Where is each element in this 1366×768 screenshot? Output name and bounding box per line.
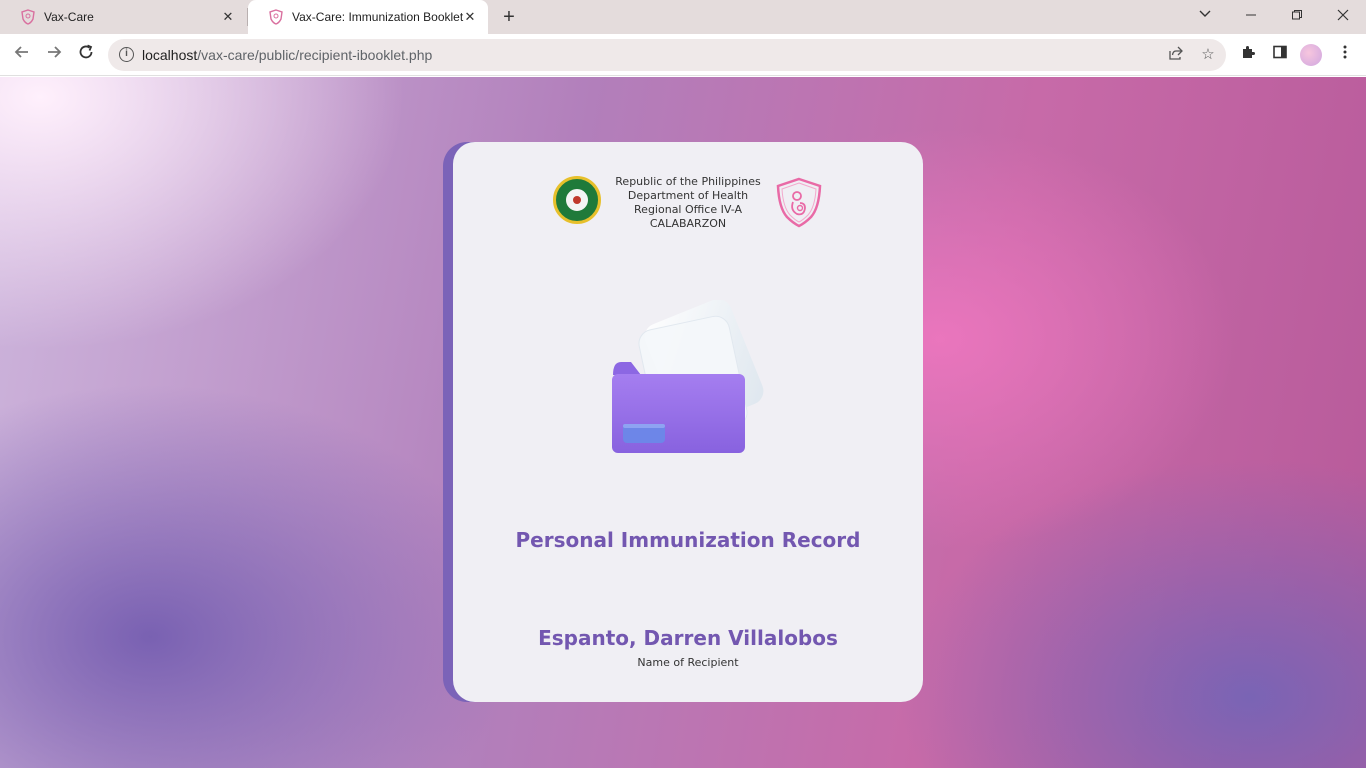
booklet-cover-page: Republic of the Philippines Department o…	[453, 142, 923, 702]
share-icon[interactable]	[1166, 45, 1186, 65]
immunization-booklet[interactable]: Republic of the Philippines Department o…	[443, 142, 923, 702]
tab-title: Vax-Care	[44, 10, 94, 24]
more-menu-icon[interactable]	[1334, 44, 1356, 66]
tab-title: Vax-Care: Immunization Booklet	[292, 10, 464, 24]
bookmark-star-icon[interactable]: ☆	[1198, 45, 1218, 65]
reload-icon[interactable]	[74, 43, 98, 67]
restore-icon[interactable]	[1286, 5, 1308, 27]
vax-care-shield-icon	[20, 9, 36, 25]
folder-icon	[603, 299, 773, 460]
close-window-icon[interactable]	[1332, 5, 1354, 27]
header-line-regional-office: Regional Office IV-A	[634, 203, 742, 216]
vax-care-shield-logo	[773, 176, 825, 228]
browser-toolbar: i localhost/vax-care/public/recipient-ib…	[0, 34, 1366, 76]
recipient-name: Espanto, Darren Villalobos	[538, 626, 838, 650]
agency-header: Republic of the Philippines Department o…	[603, 175, 773, 231]
close-tab-icon[interactable]: ✕	[462, 9, 478, 25]
vax-care-shield-icon	[268, 9, 284, 25]
address-bar[interactable]: i localhost/vax-care/public/recipient-ib…	[108, 39, 1226, 71]
extensions-puzzle-icon[interactable]	[1237, 44, 1259, 66]
side-panel-icon[interactable]	[1269, 44, 1291, 66]
url-text: localhost/vax-care/public/recipient-iboo…	[142, 47, 433, 63]
minimize-icon[interactable]	[1240, 5, 1262, 27]
recipient-label: Name of Recipient	[637, 656, 739, 669]
tab-immunization-booklet[interactable]: Vax-Care: Immunization Booklet ✕	[248, 0, 488, 34]
page-background: Republic of the Philippines Department o…	[0, 77, 1366, 768]
close-tab-icon[interactable]: ✕	[220, 9, 236, 25]
tab-vax-care[interactable]: Vax-Care ✕	[0, 0, 246, 34]
tab-strip: Vax-Care ✕ Vax-Care: Immunization Bookle…	[0, 0, 1366, 34]
header-line-department: Department of Health	[627, 189, 749, 202]
new-tab-button[interactable]: +	[498, 7, 520, 27]
site-info-icon[interactable]: i	[119, 47, 134, 62]
profile-avatar[interactable]	[1300, 44, 1322, 66]
header-line-region: CALABARZON	[649, 217, 727, 230]
header-line-country: Republic of the Philippines	[615, 175, 761, 188]
doh-seal-logo	[553, 176, 601, 224]
record-title: Personal Immunization Record	[515, 528, 861, 552]
back-arrow-icon[interactable]	[10, 43, 34, 67]
tab-search-chevron-icon[interactable]	[1194, 5, 1216, 27]
forward-arrow-icon[interactable]	[42, 43, 66, 67]
